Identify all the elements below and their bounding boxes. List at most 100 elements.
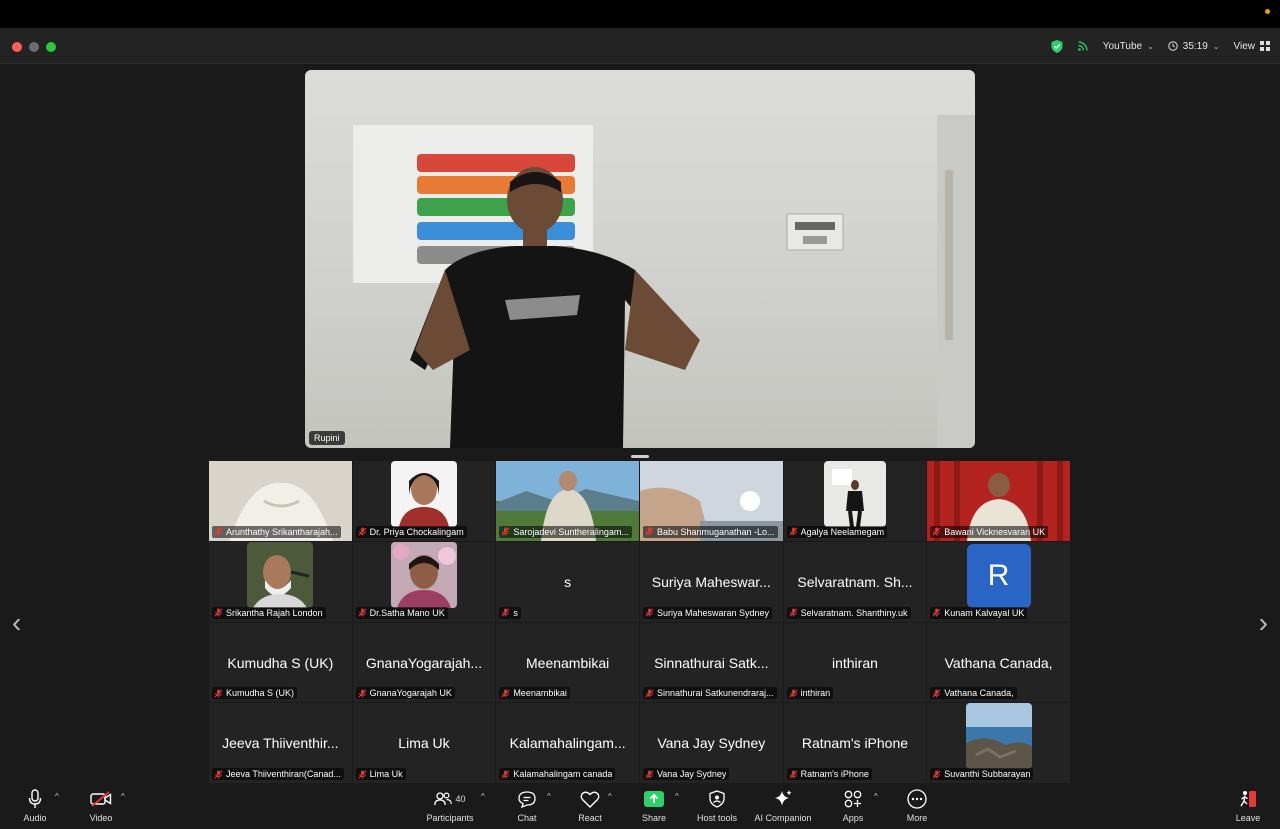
participant-tile[interactable]: Kalamahalingam... Kalamahalingam canada (496, 703, 640, 784)
mic-muted-icon (932, 769, 941, 779)
meeting-timer[interactable]: 35:19 ⌄ (1168, 41, 1220, 52)
participant-tile[interactable]: Meenambikai Meenambikai (496, 622, 640, 704)
participant-name-label: Kunam Kalvayal UK (930, 606, 1028, 619)
participant-tile[interactable]: inthiran inthiran (783, 622, 928, 704)
participant-tile[interactable]: Dr.Satha Mano UK (352, 541, 497, 623)
participant-name-label: Vathana Canada, (930, 687, 1017, 700)
participant-name-label: Arunthathy Srikantharajah... (212, 525, 341, 538)
participant-name-text: Babu Shanmuganathan -Lo... (656, 526, 775, 537)
participant-tile[interactable]: Sinnathurai Satk... Sinnathurai Satkunend… (639, 622, 784, 704)
participant-tile[interactable]: Lima Uk Lima Uk (352, 703, 497, 784)
participant-display-name: Suriya Maheswar... (651, 573, 771, 590)
streaming-dropdown[interactable]: YouTube ⌄ (1103, 41, 1154, 52)
react-button[interactable]: React (555, 788, 625, 823)
participant-tile[interactable]: Selvaratnam. Sh... Selvaratnam. Shanthiny… (783, 541, 928, 623)
window-close-button[interactable] (12, 42, 22, 52)
participants-button[interactable]: 40 Participants (415, 788, 485, 823)
more-icon (907, 789, 927, 809)
sparkle-icon (775, 790, 792, 806)
participant-name-label: inthiran (786, 687, 834, 700)
participant-tile[interactable]: Srikantha Rajah London (209, 541, 353, 623)
mic-muted-icon (358, 689, 367, 698)
audio-button[interactable]: Audio (0, 788, 70, 823)
leave-button[interactable]: Leave (1213, 788, 1280, 823)
participant-tile[interactable]: Dr. Priya Chockalingam (352, 461, 497, 542)
video-button[interactable]: Video (66, 788, 136, 823)
participant-tile[interactable]: Ratnam's iPhone Ratnam's iPhone (783, 703, 928, 784)
participants-options-caret[interactable]: ^ (481, 792, 485, 801)
mic-muted-icon (645, 608, 654, 617)
participant-tile[interactable]: Suriya Maheswar... Suriya Maheswaran Sydn… (639, 541, 784, 623)
participant-tile[interactable]: Babu Shanmuganathan -Lo... (639, 461, 784, 542)
video-label: Video (89, 813, 113, 823)
participants-icon (434, 792, 453, 806)
participant-name-text: Jeeva Thiiventhiran(Canad... (226, 769, 341, 779)
live-stream-indicator[interactable] (1077, 40, 1089, 52)
participant-name-text: Suvanthi Subbarayan (944, 769, 1031, 779)
participant-tile[interactable]: Kumudha S (UK) Kumudha S (UK) (209, 622, 353, 704)
participant-name-label: Lima Uk (355, 768, 406, 780)
security-shield[interactable] (1051, 39, 1063, 53)
participant-name-label: s (499, 606, 521, 619)
share-screen-icon (644, 791, 664, 807)
participant-tile[interactable]: Jeeva Thiiventhir... Jeeva Thiiventhiran(… (209, 703, 353, 784)
participant-name-label: Jeeva Thiiventhiran(Canad... (212, 768, 344, 780)
chevron-down-icon: ⌄ (1147, 41, 1154, 51)
audio-label: Audio (23, 813, 47, 823)
ai-companion-button[interactable]: AI Companion (748, 788, 818, 823)
previous-page-arrow[interactable]: ‹ (12, 607, 21, 639)
shield-icon (1051, 39, 1063, 53)
participant-tile[interactable]: Vathana Canada, Vathana Canada, (927, 622, 1071, 704)
mic-muted-icon (645, 527, 654, 536)
active-speaker-video[interactable]: Rupini (305, 70, 975, 448)
more-button[interactable]: More (882, 788, 952, 823)
participant-name-label: Selvaratnam. Shanthiny.uk (786, 606, 911, 619)
chat-button[interactable]: Chat (492, 788, 562, 823)
host-tools-button[interactable]: Host tools (682, 788, 752, 823)
mic-muted-icon (932, 689, 941, 698)
participant-video (247, 541, 314, 608)
participant-display-name: Ratnam's iPhone (801, 735, 909, 752)
participant-tile[interactable]: GnanaYogarajah... GnanaYogarajah UK (352, 622, 497, 704)
apps-label: Apps (842, 813, 864, 823)
participant-tile[interactable]: ss (496, 541, 640, 623)
participant-tile[interactable]: R Kunam Kalvayal UK (927, 541, 1071, 623)
window-minimize-button[interactable] (29, 42, 39, 52)
mic-muted-icon (358, 608, 367, 617)
participant-video (965, 703, 1032, 770)
mic-muted-icon (214, 527, 223, 536)
participant-display-name: Kumudha S (UK) (227, 654, 334, 671)
participant-video (390, 461, 457, 527)
mic-muted-icon (645, 769, 654, 779)
host-shield-icon (709, 790, 725, 808)
participant-name-text: Sinnathurai Satkunendraraj... (656, 688, 774, 699)
share-options-caret[interactable]: ^ (675, 792, 679, 801)
participant-tile[interactable]: Agalya Neelamegam (783, 461, 928, 542)
audio-options-caret[interactable]: ^ (55, 792, 59, 801)
participant-tile[interactable]: Suvanthi Subbarayan (927, 703, 1071, 784)
participant-tile[interactable]: Bawani Vicknesvaran UK (927, 461, 1071, 542)
react-options-caret[interactable]: ^ (608, 792, 612, 801)
host-tools-label: Host tools (696, 813, 738, 823)
participants-count: 40 (455, 794, 466, 804)
participant-tile[interactable]: Vana Jay Sydney Vana Jay Sydney (639, 703, 784, 784)
chat-options-caret[interactable]: ^ (547, 792, 551, 801)
participant-name-label: GnanaYogarajah UK (355, 687, 455, 700)
view-button[interactable]: View (1234, 41, 1270, 52)
participant-tile[interactable]: Arunthathy Srikantharajah... (209, 461, 353, 542)
participant-name-text: Suriya Maheswaran Sydney (656, 607, 770, 618)
window-maximize-button[interactable] (46, 42, 56, 52)
participant-name-text: Dr.Satha Mano UK (369, 607, 445, 618)
mic-muted-icon (932, 527, 941, 536)
resize-handle[interactable] (631, 455, 649, 458)
participant-name-label: Dr. Priya Chockalingam (355, 525, 467, 538)
top-right-controls: YouTube ⌄ 35:19 ⌄ View (1051, 36, 1270, 56)
participant-tile[interactable]: Sarojadevi Suntheralingam... (496, 461, 640, 542)
apps-options-caret[interactable]: ^ (874, 792, 878, 801)
gallery-grid: Arunthathy Srikantharajah... Dr. Priya Ch… (209, 461, 1071, 784)
participant-name-text: Kunam Kalvayal UK (944, 607, 1025, 618)
chat-icon (518, 790, 536, 808)
next-page-arrow[interactable]: › (1259, 607, 1268, 639)
video-options-caret[interactable]: ^ (121, 792, 125, 801)
mic-muted-icon (501, 769, 510, 779)
